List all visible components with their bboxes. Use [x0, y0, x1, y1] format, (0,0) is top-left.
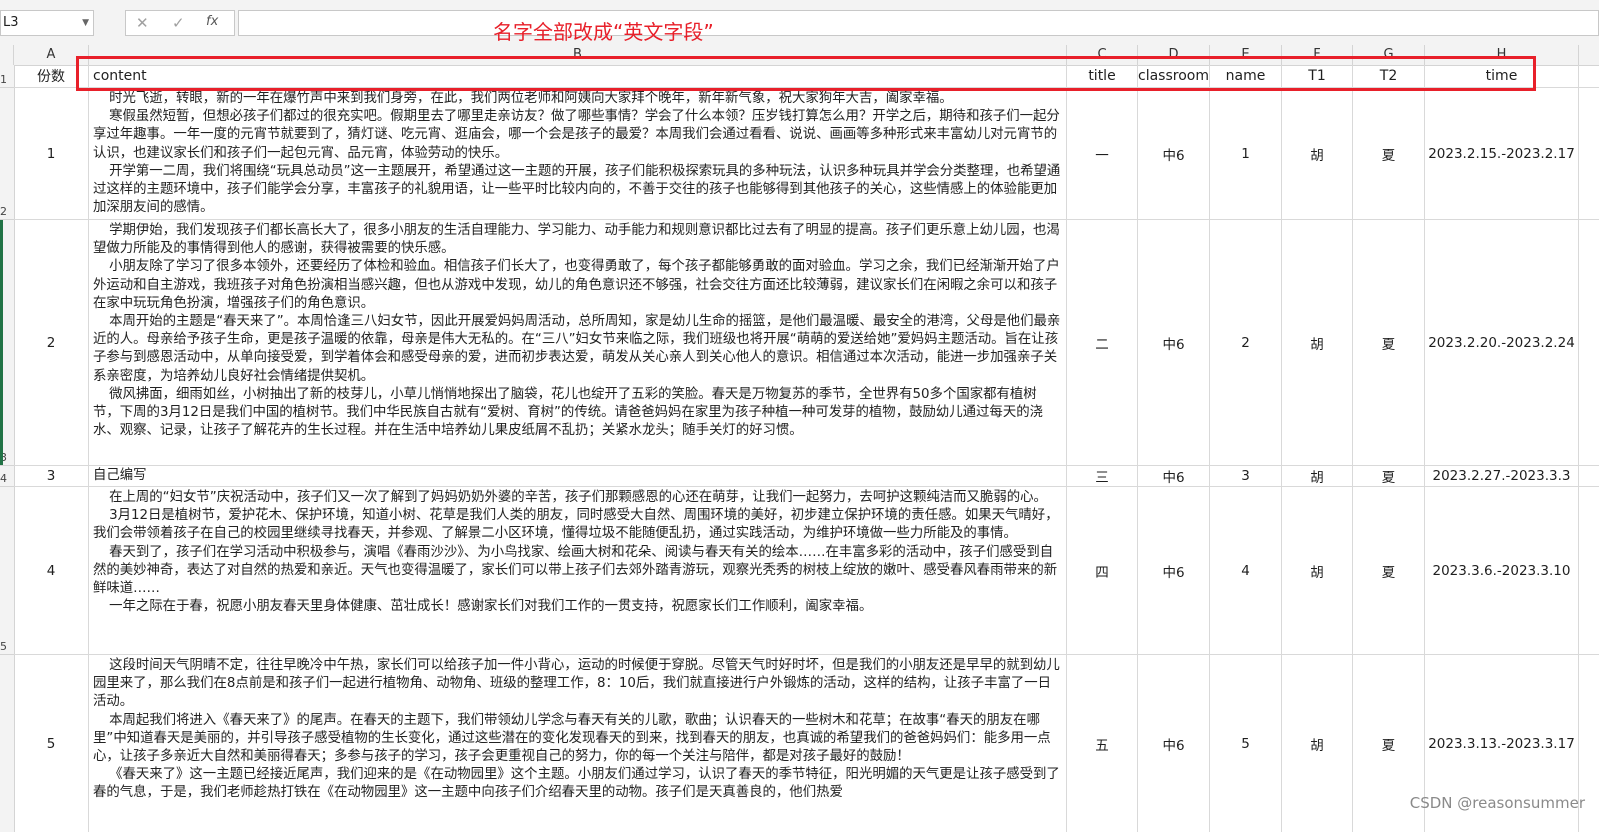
name-box-value: L3 — [3, 15, 19, 30]
cell-time[interactable]: 2023.2.27.-2023.3.3 — [1425, 466, 1579, 486]
row-header-2[interactable]: 2 — [0, 88, 14, 220]
content-paragraph: 本周起我们将进入《春天来了》的尾声。在春天的主题下，我们带领幼儿学念与春天有关的… — [93, 712, 1051, 765]
cell-content[interactable]: 自己编写 — [89, 466, 1067, 486]
cell-name[interactable]: 2 — [1210, 220, 1282, 465]
content-paragraph: 3月12日是植树节，爱护花木、保护环境，知道小树、花草是我们人类的朋友，同时感受… — [93, 508, 1059, 542]
cell-t2[interactable]: 夏 — [1353, 466, 1425, 486]
cell-copies[interactable]: 4 — [14, 487, 89, 654]
cell-title[interactable]: 三 — [1067, 466, 1138, 486]
cell-classroom[interactable]: 中6 — [1138, 220, 1210, 465]
selected-row-indicator — [0, 220, 3, 465]
cell-name[interactable]: 3 — [1210, 466, 1282, 486]
cell-time[interactable]: 2023.2.15.-2023.2.17 — [1425, 88, 1579, 219]
name-box[interactable]: L3 ▼ — [0, 10, 94, 36]
cell-name[interactable]: 5 — [1210, 655, 1282, 832]
cell-t1[interactable]: 胡 — [1282, 88, 1353, 219]
select-all-corner[interactable] — [0, 45, 14, 65]
content-paragraph: 开学第一二周，我们将围绕“玩具总动员”这一主题展开，希望通过这一主题的开展，孩子… — [93, 163, 1061, 216]
cell-content[interactable]: 在上周的“妇女节”庆祝活动中，孩子们又一次了解到了妈妈奶奶外婆的辛苦，孩子们那颗… — [89, 487, 1067, 654]
cell-classroom[interactable]: 中6 — [1138, 466, 1210, 486]
cell-copies[interactable]: 2 — [14, 220, 89, 465]
cell-copies[interactable]: 1 — [14, 88, 89, 219]
cell-copies[interactable]: 3 — [14, 466, 89, 486]
enter-icon[interactable]: ✓ — [172, 14, 185, 32]
row-header-5[interactable]: 5 — [0, 487, 14, 655]
content-paragraph: 这段时间天气阴晴不定，往往早晚冷中午热，家长们可以给孩子加一件小背心，运动的时候… — [93, 658, 1060, 710]
cell-copies[interactable]: 5 — [14, 655, 89, 832]
table-row: 5 这段时间天气阴晴不定，往往早晚冷中午热，家长们可以给孩子加一件小背心，运动的… — [14, 655, 1599, 832]
content-paragraph: 本周开始的主题是“春天来了”。本周恰逢三八妇女节，因此开展爱妈妈周活动，总所周知… — [93, 314, 1061, 384]
cell-time[interactable]: 2023.3.6.-2023.3.10 — [1425, 487, 1579, 654]
annotation-note: 名字全部改成“英文字段” — [493, 20, 714, 44]
content-paragraph: 自己编写 — [93, 468, 147, 483]
row-header-1[interactable]: 1 — [0, 65, 14, 88]
cell-content[interactable]: 这段时间天气阴晴不定，往往早晚冷中午热，家长们可以给孩子加一件小背心，运动的时候… — [89, 655, 1067, 832]
cell-title[interactable]: 二 — [1067, 220, 1138, 465]
formula-bar: L3 ▼ ✕ ✓ fx — [0, 0, 1599, 46]
watermark: CSDN @reasonsummer — [1409, 794, 1585, 812]
chevron-down-icon[interactable]: ▼ — [82, 11, 89, 35]
content-paragraph: 微风拂面，细雨如丝，小树抽出了新的枝芽儿，小草儿悄悄地探出了脑袋，花儿也绽开了五… — [93, 386, 1043, 439]
cell-t1[interactable]: 胡 — [1282, 487, 1353, 654]
sheet-grid: 份数 content title classroom name T1 T2 ti… — [14, 65, 1599, 832]
cell-classroom[interactable]: 中6 — [1138, 655, 1210, 832]
cell-t2[interactable]: 夏 — [1353, 487, 1425, 654]
cell-content[interactable]: 学期伊始，我们发现孩子们都长高长大了，很多小朋友的生活自理能力、学习能力、动手能… — [89, 220, 1067, 465]
content-paragraph: 春天到了，孩子们在学习活动中积极参与，演唱《春雨沙沙》、为小鸟找家、绘画大树和花… — [93, 544, 1058, 597]
header-highlight-box — [76, 56, 1536, 91]
formula-buttons: ✕ ✓ fx — [125, 10, 235, 36]
insert-function-icon[interactable]: fx — [206, 14, 218, 29]
content-paragraph: 寒假虽然短暂，但想必孩子们都过的很充实吧。假期里去了哪里走亲访友？做了哪些事情？… — [93, 109, 1060, 161]
table-row: 3 自己编写 三 中6 3 胡 夏 2023.2.27.-2023.3.3 — [14, 466, 1599, 487]
formula-input[interactable] — [238, 10, 1599, 36]
table-row: 1 时光飞逝，转眼，新的一年在爆竹声中来到我们身旁，在此，我们两位老师和阿姨向大… — [14, 88, 1599, 220]
table-row: 2 学期伊始，我们发现孩子们都长高长大了，很多小朋友的生活自理能力、学习能力、动… — [14, 220, 1599, 466]
cell-name[interactable]: 1 — [1210, 88, 1282, 219]
cell-t2[interactable]: 夏 — [1353, 220, 1425, 465]
cell-t1[interactable]: 胡 — [1282, 655, 1353, 832]
cancel-icon[interactable]: ✕ — [136, 14, 149, 32]
cell-classroom[interactable]: 中6 — [1138, 487, 1210, 654]
content-paragraph: 小朋友除了学习了很多本领外，还要经历了体检和验血。相信孩子们长大了，也变得勇敢了… — [93, 259, 1060, 311]
cell-time[interactable]: 2023.2.20.-2023.2.24 — [1425, 220, 1579, 465]
cell-title[interactable]: 五 — [1067, 655, 1138, 832]
content-paragraph: 一年之际在于春，祝愿小朋友春天里身体健康、茁壮成长！感谢家长们对我们工作的一贯支… — [109, 599, 873, 615]
table-row: 4 在上周的“妇女节”庆祝活动中，孩子们又一次了解到了妈妈奶奶外婆的辛苦，孩子们… — [14, 487, 1599, 655]
cell-title[interactable]: 一 — [1067, 88, 1138, 219]
cell-content[interactable]: 时光飞逝，转眼，新的一年在爆竹声中来到我们身旁，在此，我们两位老师和阿姨向大家拜… — [89, 88, 1067, 219]
content-paragraph: 时光飞逝，转眼，新的一年在爆竹声中来到我们身旁，在此，我们两位老师和阿姨向大家拜… — [109, 91, 953, 106]
content-paragraph: 《春天来了》这一主题已经接近尾声，我们迎来的是《在动物园里》这个主题。小朋友们通… — [93, 767, 1060, 801]
cell-t2[interactable]: 夏 — [1353, 88, 1425, 219]
cell-name[interactable]: 4 — [1210, 487, 1282, 654]
row-header-4[interactable]: 4 — [0, 466, 14, 487]
content-paragraph: 在上周的“妇女节”庆祝活动中，孩子们又一次了解到了妈妈奶奶外婆的辛苦，孩子们那颗… — [109, 490, 1047, 505]
cell-t1[interactable]: 胡 — [1282, 220, 1353, 465]
cell-classroom[interactable]: 中6 — [1138, 88, 1210, 219]
content-paragraph: 学期伊始，我们发现孩子们都长高长大了，很多小朋友的生活自理能力、学习能力、动手能… — [93, 223, 1060, 257]
cell-t1[interactable]: 胡 — [1282, 466, 1353, 486]
cell-title[interactable]: 四 — [1067, 487, 1138, 654]
